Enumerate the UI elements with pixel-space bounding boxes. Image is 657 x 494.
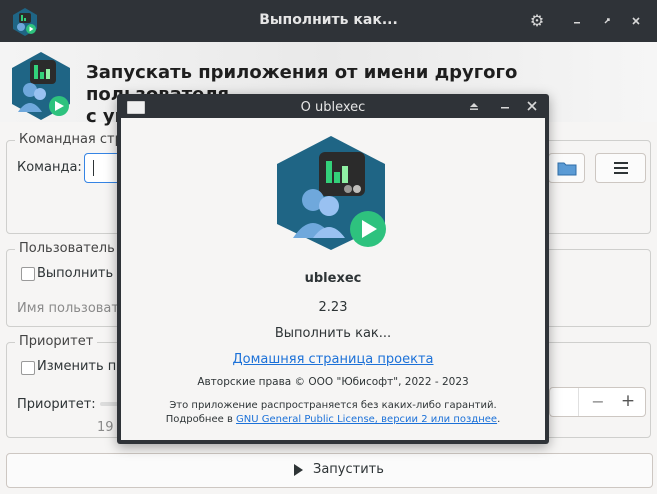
about-app-logo-icon xyxy=(277,136,386,250)
homepage-link-row: Домашняя страница проекта xyxy=(121,352,545,367)
settings-gear-icon[interactable]: ⚙ xyxy=(526,10,548,32)
close-icon[interactable] xyxy=(625,10,647,32)
about-copyright: Авторские права © ООО "Юбисофт", 2022 - … xyxy=(197,376,469,388)
window-title: Выполнить как... xyxy=(259,12,398,28)
priority-spinbox[interactable]: − + xyxy=(549,387,646,417)
username-label: Имя пользовате xyxy=(17,301,127,316)
minimize-icon[interactable] xyxy=(566,10,588,32)
about-dialog: О ublexec ublexec 2.23 Выполнить как... … xyxy=(117,94,549,444)
about-license-line1: Это приложение распространяется без каки… xyxy=(169,400,497,411)
folder-icon xyxy=(557,162,576,176)
menu-button[interactable] xyxy=(595,153,646,183)
about-dialog-title: О ublexec xyxy=(300,100,366,115)
priority-scale-value: 19 xyxy=(97,420,114,435)
run-as-checkbox-label: Выполнить о xyxy=(37,266,126,281)
homepage-link[interactable]: Домашняя страница проекта xyxy=(233,352,434,367)
about-description: Выполнить как... xyxy=(274,326,392,341)
about-app-name: ublexec xyxy=(304,271,362,286)
about-license-line2: Подробнее в GNU General Public License, … xyxy=(165,414,501,425)
user-group-legend: Пользователь xyxy=(15,241,119,256)
dialog-shade-icon[interactable] xyxy=(466,98,482,114)
priority-spinbox-field[interactable] xyxy=(550,388,579,416)
text-cursor xyxy=(93,160,94,176)
run-button-label: Запустить xyxy=(313,462,384,477)
hamburger-menu-icon xyxy=(613,162,628,174)
about-dialog-body: ublexec 2.23 Выполнить как... Домашняя с… xyxy=(121,118,545,440)
browse-folder-button[interactable] xyxy=(548,153,585,183)
about-version: 2.23 xyxy=(318,300,348,315)
plus-button[interactable]: + xyxy=(618,391,638,411)
dialog-close-icon[interactable] xyxy=(524,98,540,114)
change-priority-checkbox[interactable] xyxy=(21,361,35,375)
ublexec-logo-icon xyxy=(12,52,70,120)
run-as-checkbox[interactable] xyxy=(21,267,35,281)
priority-label: Приоритет: xyxy=(17,397,96,412)
play-icon xyxy=(294,464,303,476)
priority-group-legend: Приоритет xyxy=(15,334,98,349)
run-button[interactable]: Запустить xyxy=(6,453,653,488)
minus-button[interactable]: − xyxy=(588,392,608,411)
change-priority-checkbox-label: Изменить пр xyxy=(37,359,125,374)
dialog-minimize-icon[interactable] xyxy=(497,98,513,114)
title-bar[interactable]: Выполнить как... ⚙ xyxy=(0,0,657,42)
main-window: Выполнить как... ⚙ Запускать приложения … xyxy=(0,0,657,494)
maximize-icon[interactable] xyxy=(596,10,618,32)
license-link[interactable]: GNU General Public License, версии 2 или… xyxy=(236,414,497,425)
command-label: Команда: xyxy=(17,160,82,175)
